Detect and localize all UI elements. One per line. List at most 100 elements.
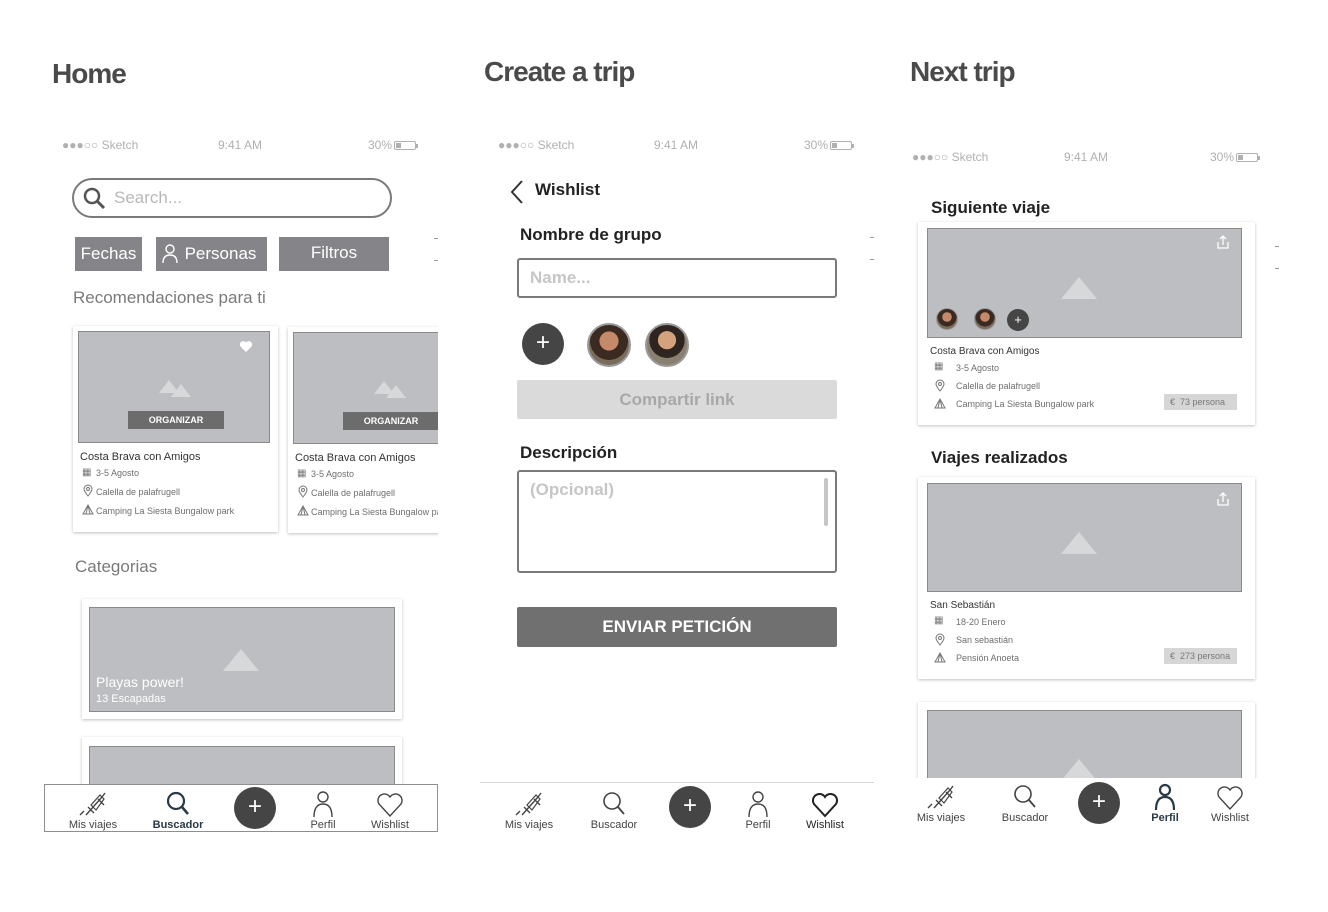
category-card[interactable] bbox=[82, 737, 402, 787]
scroll-indicator bbox=[1275, 268, 1279, 269]
scroll-indicator bbox=[434, 260, 438, 261]
heart-icon[interactable] bbox=[239, 340, 253, 353]
calendar-icon: ▦ bbox=[934, 361, 944, 372]
organize-button[interactable]: ORGANIZAR bbox=[128, 411, 224, 429]
tab-bar: Mis viajes Buscador + Perfil Wishlist bbox=[480, 782, 874, 831]
home-screen-title: Home bbox=[52, 58, 127, 89]
trip-location: Calella de palafrugell bbox=[311, 488, 396, 498]
tab-label: Mis viajes bbox=[68, 819, 118, 831]
tab-label: Wishlist bbox=[371, 819, 409, 831]
search-icon bbox=[603, 792, 625, 815]
filter-fechas-button[interactable]: Fechas bbox=[75, 237, 142, 271]
trip-dates: 3-5 Agosto bbox=[956, 363, 1000, 373]
create-trip-screen-title: Create a trip bbox=[484, 56, 635, 87]
trip-title: Costa Brava con Amigos bbox=[295, 452, 416, 464]
group-name-input[interactable]: Name... bbox=[517, 258, 837, 298]
tab-perfil[interactable]: Perfil bbox=[723, 789, 793, 831]
tent-icon bbox=[297, 505, 309, 516]
categories-heading: Categorias bbox=[75, 557, 158, 576]
filter-filtros-button[interactable]: Filtros bbox=[279, 237, 389, 271]
tab-perfil[interactable]: Perfil bbox=[1130, 782, 1200, 824]
trip-card[interactable]: ORGANIZAR Costa Brava con Amigos ▦ 3-5 A… bbox=[288, 327, 438, 533]
add-member-button[interactable]: + bbox=[1007, 309, 1029, 331]
share-icon[interactable] bbox=[1216, 492, 1230, 506]
share-link-button[interactable]: Compartir link bbox=[517, 380, 837, 419]
tent-icon bbox=[82, 504, 94, 515]
rocket-icon bbox=[515, 792, 542, 816]
send-request-button[interactable]: ENVIAR PETICIÓN bbox=[517, 607, 837, 647]
euro-icon: € bbox=[1170, 397, 1176, 407]
tent-icon bbox=[934, 652, 946, 663]
add-member-button[interactable]: + bbox=[522, 323, 564, 365]
back-title[interactable]: Wishlist bbox=[535, 180, 600, 200]
back-chevron-icon[interactable] bbox=[509, 179, 525, 205]
trip-card[interactable]: ORGANIZAR Costa Brava con Amigos ▦ 3-5 A… bbox=[73, 326, 278, 532]
calendar-icon: ▦ bbox=[82, 467, 92, 478]
tab-buscador[interactable]: Buscador bbox=[143, 789, 213, 831]
euro-icon: € bbox=[1170, 651, 1176, 661]
image-placeholder-icon bbox=[171, 384, 191, 397]
tab-mis-viajes[interactable]: Mis viajes bbox=[58, 789, 128, 831]
trip-dates: 3-5 Agosto bbox=[311, 469, 355, 479]
heart-icon bbox=[377, 793, 403, 818]
group-name-label: Nombre de grupo bbox=[520, 225, 662, 244]
trip-dates: 3-5 Agosto bbox=[96, 468, 140, 478]
share-icon[interactable] bbox=[1216, 235, 1230, 249]
tab-perfil[interactable]: Perfil bbox=[288, 789, 358, 831]
battery-label: 30% bbox=[1210, 150, 1261, 164]
add-trip-button[interactable]: + bbox=[234, 787, 276, 829]
tab-wishlist[interactable]: Wishlist bbox=[1195, 782, 1265, 824]
tab-buscador[interactable]: Buscador bbox=[990, 782, 1060, 824]
tab-mis-viajes[interactable]: Mis viajes bbox=[494, 789, 564, 831]
search-placeholder: Search... bbox=[114, 188, 183, 207]
trip-title: Costa Brava con Amigos bbox=[930, 346, 1040, 357]
time-label: 9:41 AM bbox=[1064, 150, 1109, 164]
image-placeholder-icon bbox=[1061, 277, 1097, 299]
image-placeholder-icon bbox=[1061, 532, 1097, 554]
trip-title: Costa Brava con Amigos bbox=[80, 451, 201, 463]
add-trip-button[interactable]: + bbox=[669, 786, 711, 828]
upcoming-trip-heading: Siguiente viaje bbox=[931, 198, 1051, 217]
description-textarea[interactable]: (Opcional) bbox=[517, 470, 837, 573]
member-avatar bbox=[974, 308, 996, 330]
category-card[interactable]: Playas power! 13 Escapadas bbox=[82, 599, 402, 719]
image-placeholder-icon bbox=[223, 649, 259, 671]
recommendations-carousel-clip: ORGANIZAR Costa Brava con Amigos ▦ 3-5 A… bbox=[282, 320, 438, 540]
description-label: Descripción bbox=[520, 443, 618, 462]
organize-button[interactable]: ORGANIZAR bbox=[343, 412, 438, 430]
battery-label: 30% bbox=[804, 138, 855, 152]
filter-personas-button[interactable]: Personas bbox=[156, 237, 267, 271]
trip-title: San Sebastián bbox=[930, 600, 996, 611]
status-bar: ●●●○○ Sketch 9:41 AM 30% bbox=[912, 150, 1272, 164]
member-avatar[interactable] bbox=[645, 323, 689, 367]
tab-bar: Mis viajes Buscador + Perfil Wishlist bbox=[44, 784, 438, 832]
search-icon bbox=[166, 791, 189, 815]
person-icon bbox=[313, 791, 333, 818]
tab-label: Wishlist bbox=[806, 819, 844, 831]
carrier-label: ●●●○○ Sketch bbox=[62, 138, 139, 152]
tab-label: Perfil bbox=[745, 819, 771, 831]
tab-buscador[interactable]: Buscador bbox=[579, 789, 649, 831]
rocket-icon bbox=[927, 785, 954, 809]
recommendations-heading: Recomendaciones para ti bbox=[73, 288, 266, 307]
textarea-scrollbar[interactable] bbox=[824, 478, 828, 526]
heart-icon bbox=[1217, 786, 1243, 811]
add-trip-button[interactable]: + bbox=[1078, 782, 1120, 824]
category-image: Playas power! 13 Escapadas bbox=[89, 607, 395, 712]
trip-image: ORGANIZAR bbox=[293, 332, 438, 444]
past-trip-card[interactable]: San Sebastián ▦ 18-20 Enero San sebastiá… bbox=[918, 477, 1255, 679]
tab-label: Buscador bbox=[152, 819, 204, 831]
member-avatar[interactable] bbox=[587, 323, 631, 367]
scroll-indicator bbox=[870, 259, 874, 260]
tab-label: Buscador bbox=[1001, 812, 1049, 824]
tab-wishlist[interactable]: Wishlist bbox=[355, 789, 425, 831]
category-subtitle: 13 Escapadas bbox=[96, 693, 166, 705]
tab-wishlist[interactable]: Wishlist bbox=[790, 789, 860, 831]
person-icon bbox=[748, 791, 768, 818]
time-label: 9:41 AM bbox=[654, 138, 699, 152]
search-input[interactable]: Search... bbox=[72, 178, 392, 218]
tab-mis-viajes[interactable]: Mis viajes bbox=[906, 782, 976, 824]
scroll-indicator bbox=[1275, 246, 1279, 247]
upcoming-trip-card[interactable]: + Costa Brava con Amigos ▦ 3-5 Agosto Ca… bbox=[918, 222, 1255, 425]
past-trip-card[interactable] bbox=[918, 702, 1255, 781]
